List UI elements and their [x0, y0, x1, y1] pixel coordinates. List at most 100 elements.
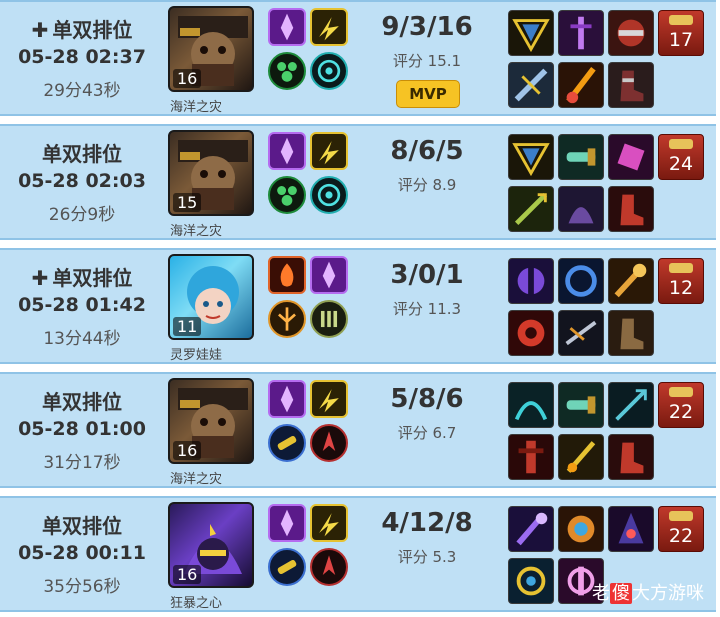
item-slot-icon[interactable]	[558, 186, 604, 232]
champion-level: 16	[173, 441, 202, 460]
match-duration: 26分9秒	[48, 205, 116, 225]
match-date: 05-28 02:37	[18, 46, 146, 68]
match-mode: 单双排位	[42, 390, 122, 414]
item-slot-icon[interactable]	[558, 134, 604, 180]
champion-name: 海洋之灾	[170, 100, 223, 115]
summoner-spell-flash-icon[interactable]	[310, 8, 348, 46]
item-slot-icon[interactable]	[558, 434, 604, 480]
watermark: 老傻大方游咪	[592, 583, 704, 604]
item-slot-icon[interactable]	[508, 310, 554, 356]
item-slot-icon[interactable]	[558, 382, 604, 428]
rune-primary-icon[interactable]	[268, 176, 306, 214]
summoner-spell-ignite-icon[interactable]	[268, 256, 306, 294]
match-row[interactable]: ✚ 单双排位 05-28 01:42 13分44秒 11 灵罗娃娃 3/0/1 评…	[0, 248, 716, 364]
rune-primary-icon[interactable]	[268, 300, 306, 338]
item-slot-icon[interactable]	[608, 258, 654, 304]
rune-secondary-icon[interactable]	[310, 176, 348, 214]
champion-name: 海洋之灾	[170, 224, 223, 239]
item-slot-icon[interactable]	[558, 62, 604, 108]
match-duration: 29分43秒	[43, 81, 121, 101]
match-date: 05-28 00:11	[18, 542, 146, 564]
champion-name: 海洋之灾	[170, 472, 223, 487]
item-slot-icon[interactable]	[608, 506, 654, 552]
champion-portrait[interactable]: 16	[168, 502, 254, 588]
score-text: 评分 5.3	[397, 548, 457, 566]
champion-name: 狂暴之心	[170, 596, 223, 611]
item-slot-icon[interactable]	[508, 506, 554, 552]
item-slot-icon[interactable]	[508, 558, 554, 604]
rune-secondary-icon[interactable]	[310, 52, 348, 90]
summoner-spell-purple-icon[interactable]	[268, 132, 306, 170]
rune-primary-icon[interactable]	[268, 424, 306, 462]
mvp-badge: MVP	[396, 80, 460, 108]
item-slot-icon[interactable]	[508, 382, 554, 428]
match-date: 05-28 02:03	[18, 170, 146, 192]
match-date: 05-28 01:00	[18, 418, 146, 440]
match-row[interactable]: 单双排位 05-28 01:00 31分17秒 16 海洋之灾 5/8/6 评分…	[0, 372, 716, 488]
ward-counter: 17	[658, 10, 704, 56]
match-duration: 31分17秒	[43, 453, 121, 473]
champion-portrait[interactable]: 16	[168, 378, 254, 464]
summoner-spell-purple-icon[interactable]	[268, 380, 306, 418]
item-slot-icon[interactable]	[608, 62, 654, 108]
champion-level: 11	[173, 317, 202, 336]
ward-counter: 22	[658, 506, 704, 552]
summoner-spell-flash-icon[interactable]	[310, 504, 348, 542]
item-slot-icon[interactable]	[608, 10, 654, 56]
score-text: 评分 15.1	[392, 52, 462, 70]
rune-secondary-icon[interactable]	[310, 548, 348, 586]
summoner-spell-purple-icon[interactable]	[268, 504, 306, 542]
champion-portrait[interactable]: 16	[168, 6, 254, 92]
match-duration: 35分56秒	[43, 577, 121, 597]
match-mode: 单双排位	[42, 142, 122, 166]
match-mode: 单双排位	[42, 514, 122, 538]
champion-level: 15	[173, 193, 202, 212]
champion-name: 灵罗娃娃	[170, 348, 223, 363]
champion-level: 16	[173, 565, 202, 584]
champion-portrait[interactable]: 11	[168, 254, 254, 340]
item-slot-icon[interactable]	[508, 186, 554, 232]
item-slot-icon[interactable]	[508, 62, 554, 108]
champion-portrait[interactable]: 15	[168, 130, 254, 216]
champion-level: 16	[173, 69, 202, 88]
item-slot-icon[interactable]	[558, 310, 604, 356]
plus-icon: ✚	[31, 266, 49, 290]
ward-counter: 12	[658, 258, 704, 304]
item-slot-icon[interactable]	[608, 186, 654, 232]
item-slot-icon[interactable]	[608, 134, 654, 180]
rune-primary-icon[interactable]	[268, 52, 306, 90]
match-date: 05-28 01:42	[18, 294, 146, 316]
item-slot-icon[interactable]	[608, 310, 654, 356]
kda-text: 4/12/8	[381, 508, 473, 538]
item-slot-icon[interactable]	[608, 382, 654, 428]
rune-primary-icon[interactable]	[268, 548, 306, 586]
ward-counter: 22	[658, 382, 704, 428]
item-slot-icon[interactable]	[558, 506, 604, 552]
item-slot-icon[interactable]	[608, 434, 654, 480]
kda-text: 8/6/5	[390, 136, 464, 166]
summoner-spell-flash-icon[interactable]	[310, 380, 348, 418]
item-slot-icon[interactable]	[558, 10, 604, 56]
item-slot-icon[interactable]	[558, 258, 604, 304]
match-row[interactable]: ✚ 单双排位 05-28 02:37 29分43秒 16 海洋之灾 9/3/16 …	[0, 0, 716, 116]
score-text: 评分 8.9	[397, 176, 457, 194]
score-text: 评分 11.3	[392, 300, 462, 318]
score-text: 评分 6.7	[397, 424, 457, 442]
item-slot-icon[interactable]	[508, 134, 554, 180]
match-row[interactable]: 单双排位 05-28 02:03 26分9秒 15 海洋之灾 8/6/5 评分 …	[0, 124, 716, 240]
kda-text: 9/3/16	[381, 12, 473, 42]
kda-text: 3/0/1	[390, 260, 464, 290]
summoner-spell-purple-icon[interactable]	[310, 256, 348, 294]
rune-secondary-icon[interactable]	[310, 300, 348, 338]
item-slot-icon[interactable]	[508, 258, 554, 304]
item-slot-icon[interactable]	[508, 10, 554, 56]
summoner-spell-flash-icon[interactable]	[310, 132, 348, 170]
match-mode: ✚ 单双排位	[31, 18, 133, 42]
kda-text: 5/8/6	[390, 384, 464, 414]
ward-counter: 24	[658, 134, 704, 180]
plus-icon: ✚	[31, 18, 49, 42]
summoner-spell-purple-icon[interactable]	[268, 8, 306, 46]
match-duration: 13分44秒	[43, 329, 121, 349]
item-slot-icon[interactable]	[508, 434, 554, 480]
rune-secondary-icon[interactable]	[310, 424, 348, 462]
